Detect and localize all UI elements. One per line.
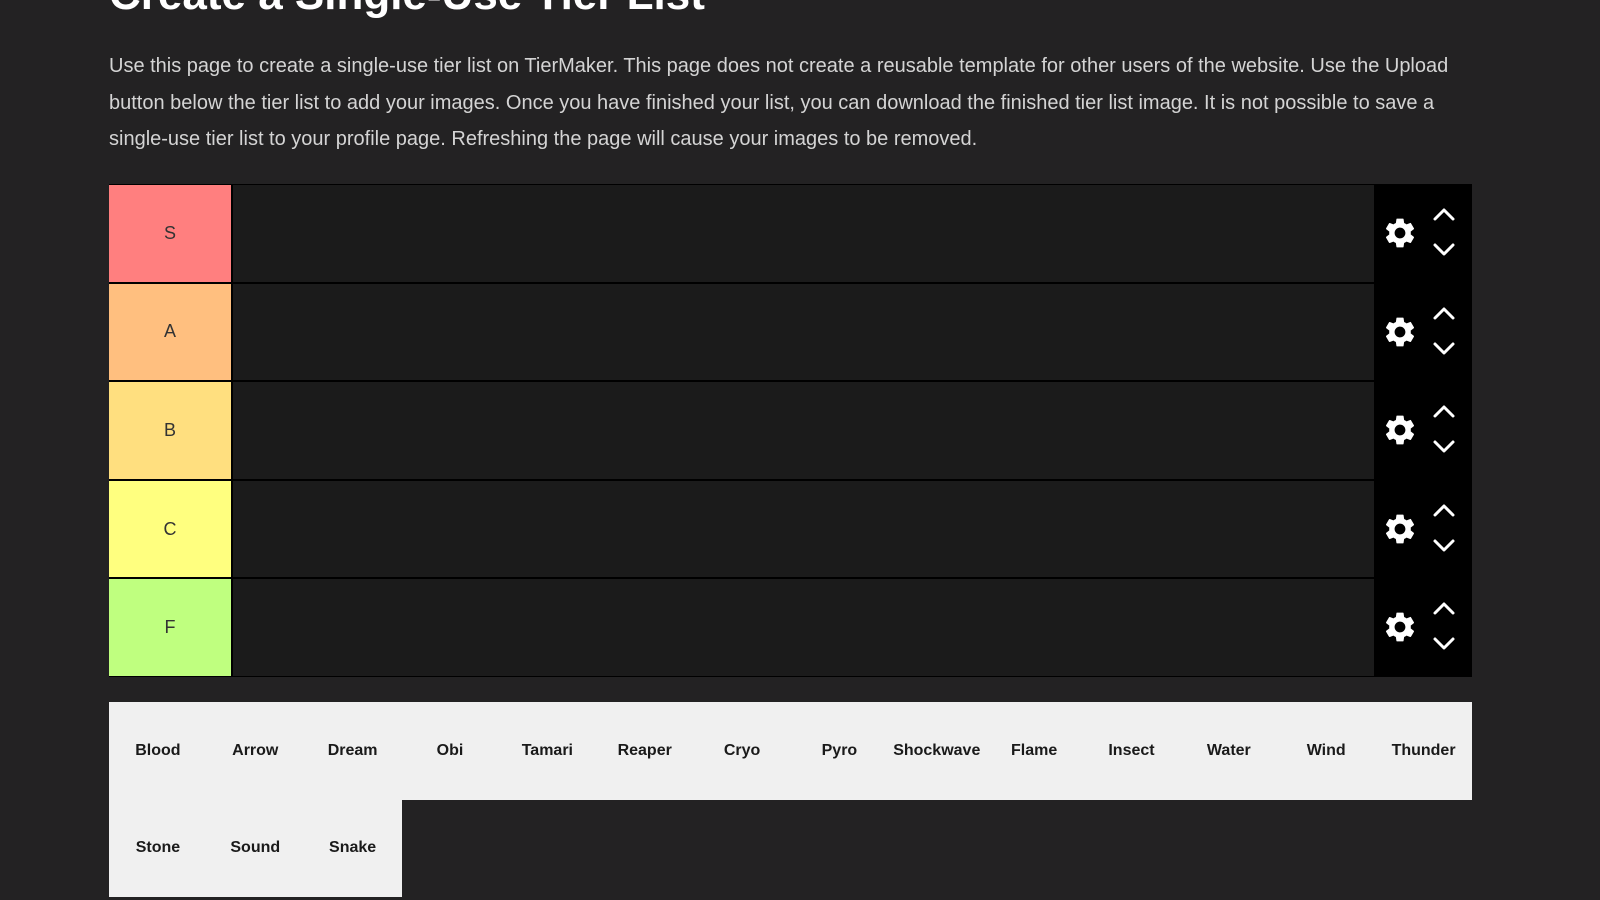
chevron-down-icon[interactable] <box>1430 339 1458 359</box>
gear-icon[interactable] <box>1382 609 1418 645</box>
tier-row: B <box>109 381 1472 480</box>
chevron-down-icon[interactable] <box>1430 634 1458 654</box>
chevron-down-icon[interactable] <box>1430 240 1458 260</box>
pool-item[interactable]: Dream <box>303 702 402 800</box>
tier-drop-zone[interactable] <box>233 185 1374 282</box>
chevron-up-icon[interactable] <box>1430 204 1458 224</box>
tier-drop-zone[interactable] <box>233 382 1374 479</box>
pool-item[interactable]: Sound <box>206 799 305 897</box>
pool-item[interactable]: Cryo <box>693 702 791 800</box>
page: Create a Single-Use Tier List Use this p… <box>0 0 1600 900</box>
tier-drop-zone[interactable] <box>233 480 1374 578</box>
pool-item[interactable]: Pyro <box>790 702 889 800</box>
chevron-up-icon[interactable] <box>1430 500 1458 520</box>
tier-drop-zone[interactable] <box>233 283 1374 381</box>
pool-item[interactable]: Wind <box>1277 702 1376 800</box>
gear-icon[interactable] <box>1382 412 1418 448</box>
tier-controls <box>1374 184 1472 283</box>
tier-controls <box>1374 479 1472 579</box>
pool-item[interactable]: Flame <box>985 702 1084 800</box>
tier-row: F <box>109 578 1472 677</box>
tier-label[interactable]: S <box>109 185 231 282</box>
page-description: Use this page to create a single-use tie… <box>109 55 1449 150</box>
chevron-up-icon[interactable] <box>1430 598 1458 618</box>
tier-label[interactable]: C <box>109 480 231 578</box>
tier-list: SABCF <box>109 184 1472 677</box>
pool-item[interactable]: Snake <box>303 799 402 897</box>
tier-controls <box>1374 381 1472 480</box>
tier-controls <box>1374 282 1472 382</box>
tier-label[interactable]: F <box>109 579 231 676</box>
chevron-down-icon[interactable] <box>1430 536 1458 556</box>
pool-item[interactable]: Tamari <box>498 702 597 800</box>
pool-item[interactable]: Blood <box>109 702 207 800</box>
tier-label[interactable]: A <box>109 283 231 381</box>
tier-drop-zone[interactable] <box>233 579 1374 676</box>
pool-item[interactable]: Water <box>1179 702 1278 800</box>
chevron-down-icon[interactable] <box>1430 437 1458 457</box>
tier-label[interactable]: B <box>109 382 231 479</box>
pool-item[interactable]: Shockwave <box>887 702 986 800</box>
tier-row: C <box>109 479 1472 579</box>
tier-row: A <box>109 282 1472 382</box>
pool-item[interactable]: Stone <box>109 799 207 897</box>
gear-icon[interactable] <box>1382 511 1418 547</box>
gear-icon[interactable] <box>1382 314 1418 350</box>
tier-controls <box>1374 578 1472 677</box>
pool-item[interactable]: Thunder <box>1374 702 1473 800</box>
pool-item[interactable]: Reaper <box>595 702 694 800</box>
pool-item[interactable]: Arrow <box>206 702 305 800</box>
chevron-up-icon[interactable] <box>1430 401 1458 421</box>
pool-item[interactable]: Obi <box>401 702 499 800</box>
tier-row: S <box>109 184 1472 283</box>
page-title: Create a Single-Use Tier List <box>109 0 705 20</box>
pool-item[interactable]: Insect <box>1082 702 1181 800</box>
chevron-up-icon[interactable] <box>1430 303 1458 323</box>
item-pool: Blood Arrow Dream Obi Tamari Reaper Cryo Pyro Sh… <box>109 702 1473 900</box>
gear-icon[interactable] <box>1382 215 1418 251</box>
